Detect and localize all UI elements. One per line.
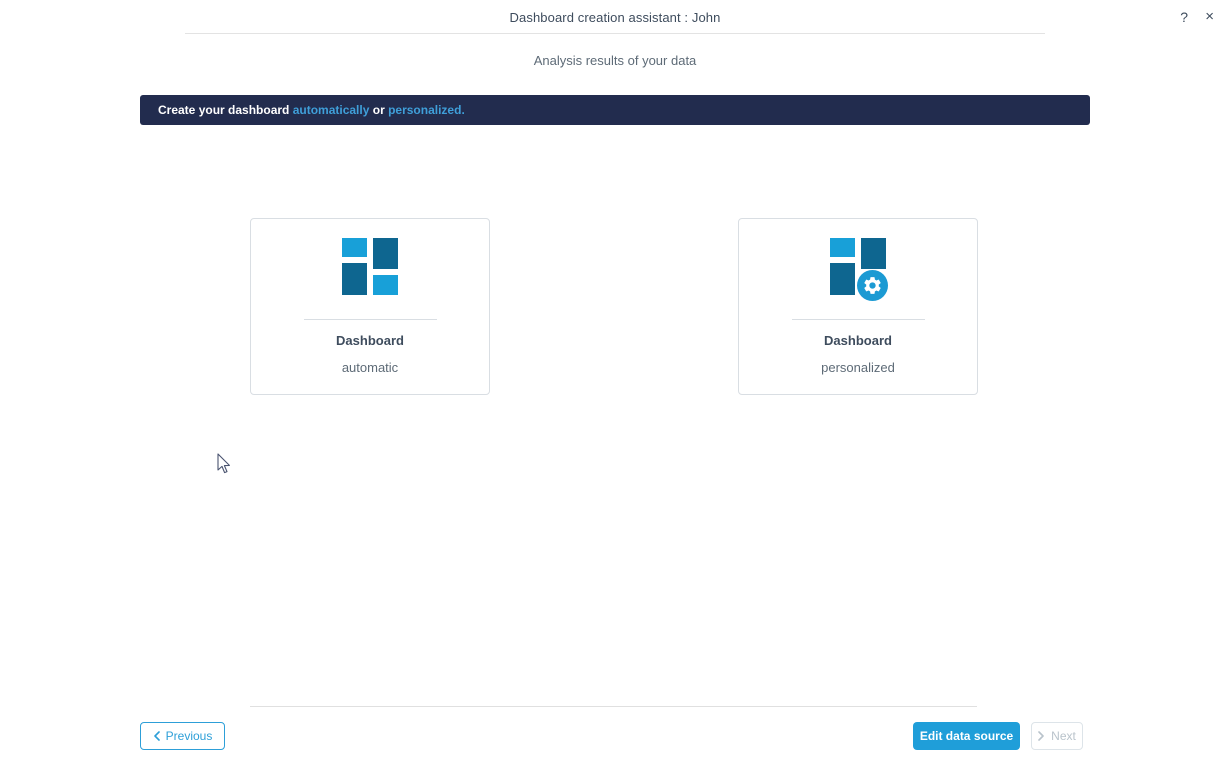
card-title: Dashboard [336, 333, 404, 348]
page-subtitle: Analysis results of your data [0, 53, 1230, 68]
edit-data-source-button[interactable]: Edit data source [913, 722, 1020, 750]
tile [373, 238, 398, 269]
banner-text: . [461, 103, 464, 117]
banner-text: Create your dashboard [158, 103, 293, 117]
tile [830, 238, 855, 257]
dashboard-personalized-card[interactable]: Dashboard personalized [738, 218, 978, 395]
dashboard-tiles-gear-icon [830, 238, 886, 296]
tile [861, 238, 886, 269]
mouse-cursor-icon [216, 453, 231, 475]
previous-button-label: Previous [166, 729, 213, 743]
dashboard-automatic-card[interactable]: Dashboard automatic [250, 218, 490, 395]
card-divider [792, 319, 925, 320]
tile [342, 263, 367, 295]
info-banner: Create your dashboard automatically or p… [140, 95, 1090, 125]
tile [342, 238, 367, 257]
card-subtitle: personalized [821, 360, 895, 375]
tile [373, 275, 398, 295]
close-icon[interactable]: × [1205, 8, 1214, 25]
automatically-link[interactable]: automatically [293, 103, 370, 117]
gear-icon [857, 270, 888, 301]
chevron-right-icon [1038, 731, 1045, 741]
footer-divider [250, 706, 977, 707]
page-title: Dashboard creation assistant : John [0, 10, 1230, 25]
next-button-label: Next [1051, 729, 1076, 743]
header-divider [185, 33, 1045, 34]
card-subtitle: automatic [342, 360, 398, 375]
dashboard-tiles-icon [342, 238, 398, 296]
edit-data-source-label: Edit data source [920, 729, 1013, 743]
banner-text: or [369, 103, 388, 117]
next-button[interactable]: Next [1031, 722, 1083, 750]
card-divider [304, 319, 437, 320]
card-title: Dashboard [824, 333, 892, 348]
previous-button[interactable]: Previous [140, 722, 225, 750]
tile [830, 263, 855, 295]
chevron-left-icon [153, 731, 160, 741]
personalized-link[interactable]: personalized [388, 103, 461, 117]
help-icon[interactable]: ? [1180, 9, 1188, 25]
